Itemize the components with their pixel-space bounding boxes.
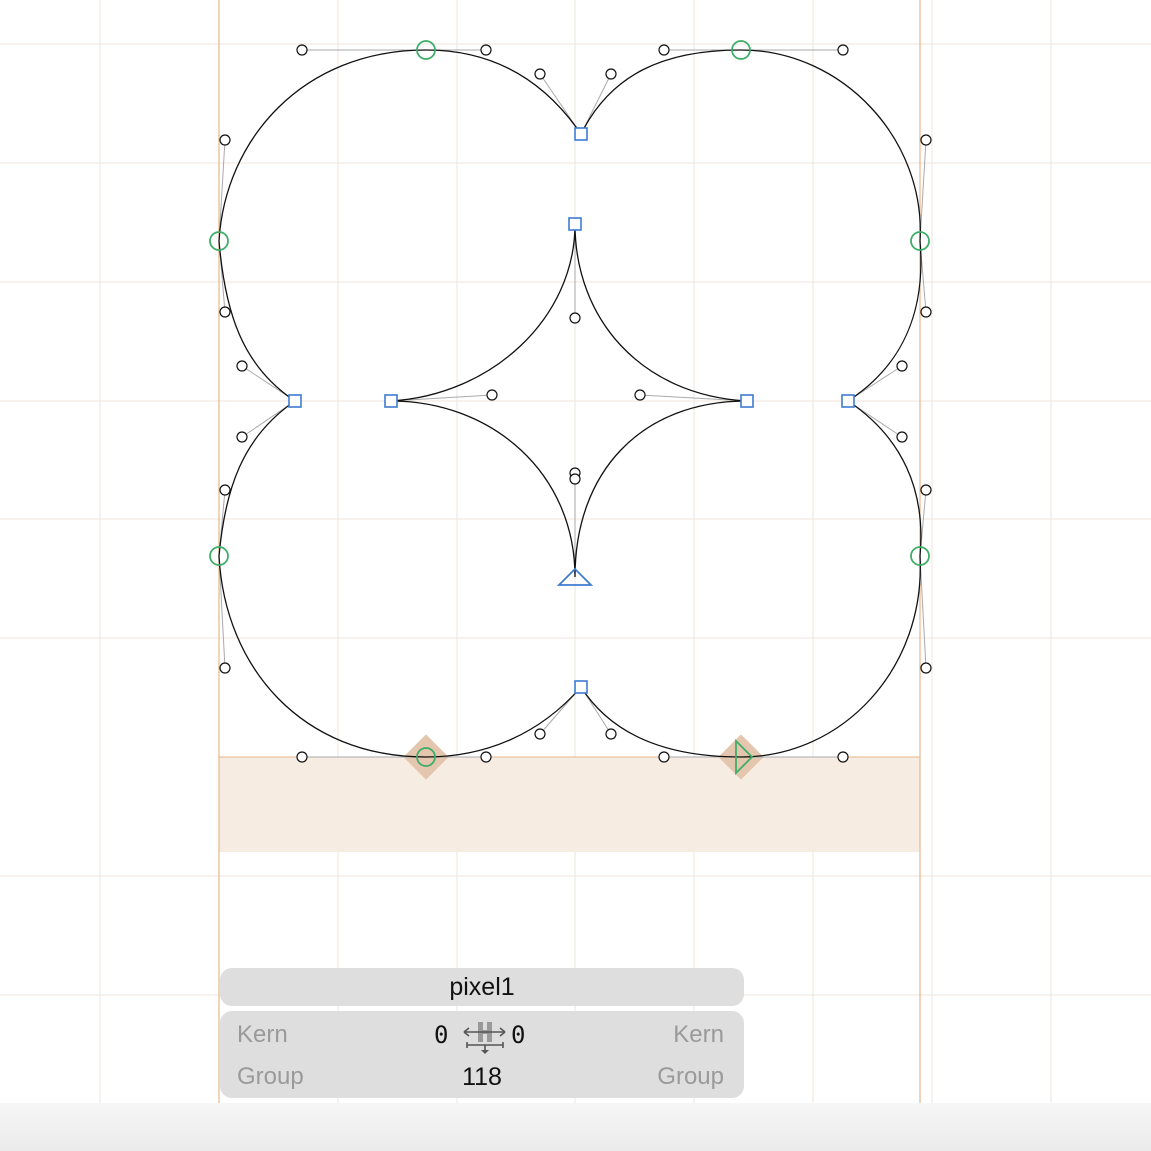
right-sidebearing-value[interactable]: 0 [511, 1021, 525, 1049]
outer-contour[interactable] [218, 49, 922, 758]
handle-lines [218, 49, 927, 758]
left-kern-label[interactable]: Kern [237, 1021, 288, 1049]
glyph-name: pixel1 [449, 972, 515, 1001]
bottom-bar [0, 1103, 1151, 1151]
corner-nodes[interactable] [288, 127, 855, 694]
advance-width-value[interactable]: 118 [442, 1063, 522, 1092]
smooth-nodes[interactable] [209, 40, 930, 767]
metrics-panel: Kern Group Kern Group 0 0 118 [220, 1011, 744, 1098]
left-sidebearing-value[interactable]: 0 [434, 1021, 448, 1049]
sidebearing-metrics-icon [463, 1022, 506, 1054]
glyph-name-tab[interactable]: pixel1 [220, 968, 744, 1006]
right-group-label[interactable]: Group [657, 1063, 724, 1091]
right-kern-label[interactable]: Kern [673, 1021, 724, 1049]
left-group-label[interactable]: Group [237, 1063, 304, 1091]
baseline-band [219, 757, 920, 852]
